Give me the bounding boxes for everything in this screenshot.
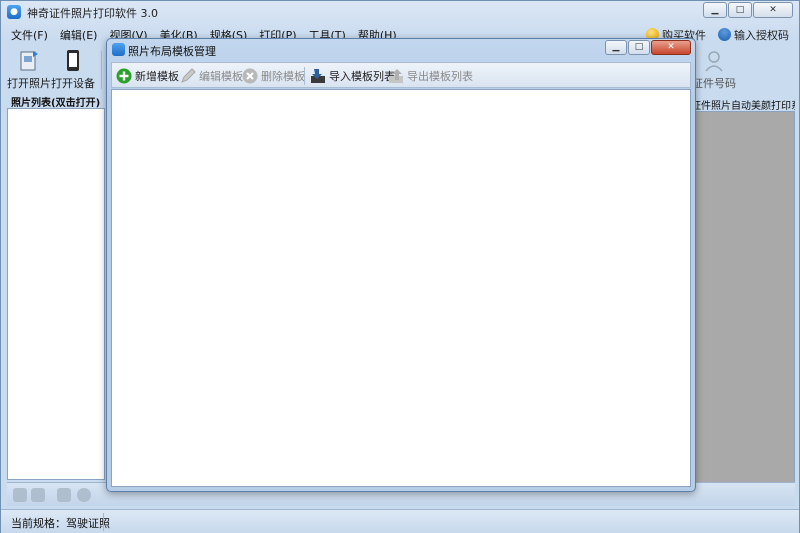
window-title: 神奇证件照片打印软件 3.0 xyxy=(27,7,158,20)
new-template-button[interactable]: 新增模板 xyxy=(116,67,179,85)
maximize-icon[interactable]: □ xyxy=(728,2,752,18)
pencil-icon xyxy=(181,68,196,83)
dialog-app-icon xyxy=(112,43,125,56)
dialog-controls: ▁ □ ✕ xyxy=(605,40,691,55)
import-template-button[interactable]: 导入模板列表 xyxy=(310,67,395,85)
status-separator xyxy=(103,513,104,531)
dialog-close-icon[interactable]: ✕ xyxy=(651,40,691,55)
export-icon xyxy=(389,69,403,83)
open-device-label: 打开设备 xyxy=(51,77,95,90)
move-up-icon[interactable] xyxy=(13,488,27,502)
menu-edit[interactable]: 编辑(E) xyxy=(54,26,104,44)
id-number-button[interactable]: 证件号码 xyxy=(689,49,739,91)
title-bar: ● 神奇证件照片打印软件 3.0 ▁ □ ✕ xyxy=(1,1,799,23)
open-photo-icon xyxy=(20,51,38,71)
menu-file[interactable]: 文件(F) xyxy=(5,26,54,44)
dialog-minimize-icon[interactable]: ▁ xyxy=(605,40,627,55)
delete-template-label: 删除模板 xyxy=(261,70,305,83)
status-bar: 当前规格：驾驶证照 xyxy=(1,509,799,533)
current-spec-status: 当前规格：驾驶证照 xyxy=(11,517,110,530)
license-link[interactable]: 输入授权码 xyxy=(718,27,789,43)
template-manager-dialog: 照片布局模板管理 ▁ □ ✕ 新增模板 编辑模板 删除模板 导入模板列表 导出模… xyxy=(106,38,696,492)
export-template-button[interactable]: 导出模板列表 xyxy=(388,67,473,85)
open-photo-button[interactable]: 打开照片 xyxy=(7,49,51,91)
dialog-toolbar-separator xyxy=(304,67,305,85)
window-controls: ▁ □ ✕ xyxy=(703,2,793,18)
edit-template-button[interactable]: 编辑模板 xyxy=(180,67,243,85)
close-icon[interactable]: ✕ xyxy=(753,2,793,18)
move-down-icon[interactable] xyxy=(31,488,45,502)
add-icon xyxy=(116,68,132,84)
phone-icon xyxy=(67,50,79,71)
import-icon xyxy=(311,69,325,83)
photo-list[interactable] xyxy=(7,108,105,480)
dialog-toolbar: 新增模板 编辑模板 删除模板 导入模板列表 导出模板列表 xyxy=(111,62,691,88)
export-template-label: 导出模板列表 xyxy=(407,70,473,83)
license-label: 输入授权码 xyxy=(734,29,789,42)
right-panel-header: 证件照片自动美颜打印系统 xyxy=(691,101,795,112)
preview-canvas[interactable] xyxy=(691,111,795,483)
clear-icon[interactable] xyxy=(57,488,71,502)
delete-icon[interactable] xyxy=(77,488,91,502)
delete-circle-icon xyxy=(242,68,258,84)
photo-list-header: 照片列表(双击打开) xyxy=(11,98,101,109)
import-template-label: 导入模板列表 xyxy=(329,70,395,83)
user-icon xyxy=(718,28,731,41)
open-photo-label: 打开照片 xyxy=(7,77,51,90)
dialog-title-bar: 照片布局模板管理 ▁ □ ✕ xyxy=(107,39,695,59)
dialog-maximize-icon[interactable]: □ xyxy=(628,40,650,55)
app-logo-icon: ● xyxy=(7,5,21,19)
id-number-label: 证件号码 xyxy=(692,77,736,90)
open-device-button[interactable]: 打开设备 xyxy=(51,49,95,91)
new-template-label: 新增模板 xyxy=(135,70,179,83)
delete-template-button[interactable]: 删除模板 xyxy=(242,67,305,85)
minimize-icon[interactable]: ▁ xyxy=(703,2,727,18)
template-list[interactable] xyxy=(111,89,691,487)
toolbar-separator xyxy=(101,51,102,89)
person-icon xyxy=(705,51,723,72)
dialog-title: 照片布局模板管理 xyxy=(128,45,216,58)
edit-template-label: 编辑模板 xyxy=(199,70,243,83)
